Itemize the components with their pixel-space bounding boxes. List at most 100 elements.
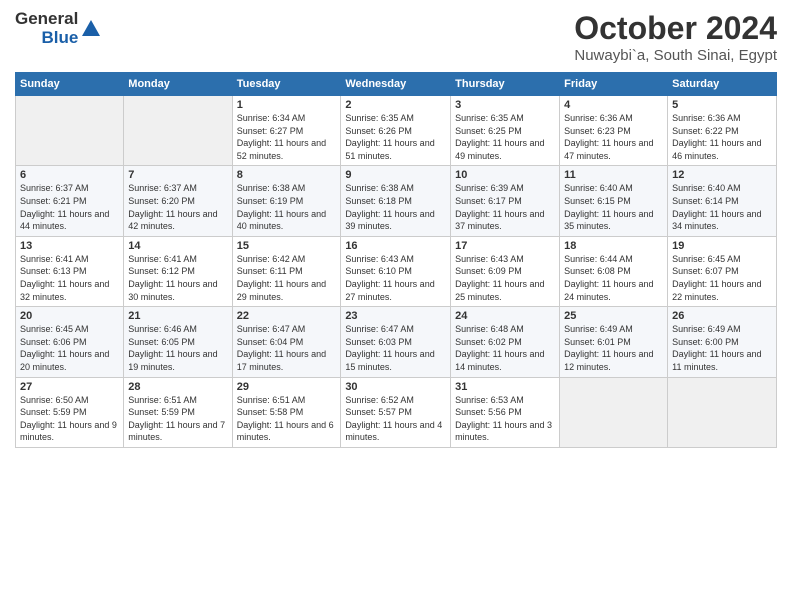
sunrise-text: Sunrise: 6:51 AM xyxy=(237,395,306,405)
sunrise-text: Sunrise: 6:44 AM xyxy=(564,254,633,264)
day-number: 19 xyxy=(672,240,772,252)
calendar-cell: 9 Sunrise: 6:38 AM Sunset: 6:18 PM Dayli… xyxy=(341,166,451,236)
location-title: Nuwaybi`a, South Sinai, Egypt xyxy=(574,47,777,64)
calendar-cell: 8 Sunrise: 6:38 AM Sunset: 6:19 PM Dayli… xyxy=(232,166,341,236)
sunrise-text: Sunrise: 6:38 AM xyxy=(237,183,306,193)
sunset-text: Sunset: 6:03 PM xyxy=(345,337,412,347)
daylight-text: Daylight: 11 hours and 32 minutes. xyxy=(20,279,109,302)
calendar-cell: 11 Sunrise: 6:40 AM Sunset: 6:15 PM Dayl… xyxy=(560,166,668,236)
sunrise-text: Sunrise: 6:47 AM xyxy=(237,324,306,334)
sunset-text: Sunset: 5:56 PM xyxy=(455,407,522,417)
day-number: 4 xyxy=(564,99,663,111)
daylight-text: Daylight: 11 hours and 11 minutes. xyxy=(672,349,761,372)
sunrise-text: Sunrise: 6:37 AM xyxy=(20,183,89,193)
calendar-cell: 10 Sunrise: 6:39 AM Sunset: 6:17 PM Dayl… xyxy=(451,166,560,236)
sunrise-text: Sunrise: 6:46 AM xyxy=(128,324,197,334)
calendar-cell: 20 Sunrise: 6:45 AM Sunset: 6:06 PM Dayl… xyxy=(16,307,124,377)
sunset-text: Sunset: 6:18 PM xyxy=(345,196,412,206)
day-number: 18 xyxy=(564,240,663,252)
calendar-week-row-1: 6 Sunrise: 6:37 AM Sunset: 6:21 PM Dayli… xyxy=(16,166,777,236)
sunrise-text: Sunrise: 6:35 AM xyxy=(345,113,414,123)
daylight-text: Daylight: 11 hours and 17 minutes. xyxy=(237,349,326,372)
calendar-cell: 24 Sunrise: 6:48 AM Sunset: 6:02 PM Dayl… xyxy=(451,307,560,377)
sunrise-text: Sunrise: 6:40 AM xyxy=(672,183,741,193)
title-block: October 2024 Nuwaybi`a, South Sinai, Egy… xyxy=(574,10,777,64)
sunrise-text: Sunrise: 6:34 AM xyxy=(237,113,306,123)
day-number: 17 xyxy=(455,240,555,252)
day-number: 23 xyxy=(345,310,446,322)
sunrise-text: Sunrise: 6:50 AM xyxy=(20,395,89,405)
sunrise-text: Sunrise: 6:49 AM xyxy=(672,324,741,334)
day-number: 1 xyxy=(237,99,337,111)
daylight-text: Daylight: 11 hours and 37 minutes. xyxy=(455,209,544,232)
sunset-text: Sunset: 6:11 PM xyxy=(237,266,303,276)
calendar-cell: 19 Sunrise: 6:45 AM Sunset: 6:07 PM Dayl… xyxy=(668,236,777,306)
sunrise-text: Sunrise: 6:42 AM xyxy=(237,254,306,264)
sunset-text: Sunset: 6:22 PM xyxy=(672,126,739,136)
daylight-text: Daylight: 11 hours and 9 minutes. xyxy=(20,420,117,443)
calendar-cell: 15 Sunrise: 6:42 AM Sunset: 6:11 PM Dayl… xyxy=(232,236,341,306)
day-number: 10 xyxy=(455,169,555,181)
daylight-text: Daylight: 11 hours and 44 minutes. xyxy=(20,209,109,232)
calendar-cell xyxy=(124,96,232,166)
sunset-text: Sunset: 6:04 PM xyxy=(237,337,304,347)
day-number: 11 xyxy=(564,169,663,181)
calendar-cell xyxy=(560,377,668,447)
sunset-text: Sunset: 6:25 PM xyxy=(455,126,522,136)
daylight-text: Daylight: 11 hours and 22 minutes. xyxy=(672,279,761,302)
sunset-text: Sunset: 6:23 PM xyxy=(564,126,631,136)
day-number: 29 xyxy=(237,381,337,393)
daylight-text: Daylight: 11 hours and 46 minutes. xyxy=(672,138,761,161)
daylight-text: Daylight: 11 hours and 27 minutes. xyxy=(345,279,434,302)
daylight-text: Daylight: 11 hours and 14 minutes. xyxy=(455,349,544,372)
sunset-text: Sunset: 6:13 PM xyxy=(20,266,87,276)
col-monday: Monday xyxy=(124,73,232,96)
day-number: 26 xyxy=(672,310,772,322)
sunset-text: Sunset: 6:08 PM xyxy=(564,266,631,276)
daylight-text: Daylight: 11 hours and 24 minutes. xyxy=(564,279,653,302)
sunset-text: Sunset: 5:59 PM xyxy=(20,407,87,417)
sunset-text: Sunset: 6:07 PM xyxy=(672,266,739,276)
daylight-text: Daylight: 11 hours and 42 minutes. xyxy=(128,209,217,232)
sunset-text: Sunset: 5:59 PM xyxy=(128,407,195,417)
calendar-week-row-4: 27 Sunrise: 6:50 AM Sunset: 5:59 PM Dayl… xyxy=(16,377,777,447)
daylight-text: Daylight: 11 hours and 29 minutes. xyxy=(237,279,326,302)
daylight-text: Daylight: 11 hours and 51 minutes. xyxy=(345,138,434,161)
day-number: 16 xyxy=(345,240,446,252)
daylight-text: Daylight: 11 hours and 12 minutes. xyxy=(564,349,653,372)
sunset-text: Sunset: 6:20 PM xyxy=(128,196,195,206)
sunset-text: Sunset: 5:57 PM xyxy=(345,407,412,417)
day-number: 13 xyxy=(20,240,119,252)
sunset-text: Sunset: 6:02 PM xyxy=(455,337,522,347)
day-number: 9 xyxy=(345,169,446,181)
sunrise-text: Sunrise: 6:35 AM xyxy=(455,113,524,123)
sunset-text: Sunset: 6:15 PM xyxy=(564,196,631,206)
col-thursday: Thursday xyxy=(451,73,560,96)
daylight-text: Daylight: 11 hours and 15 minutes. xyxy=(345,349,434,372)
sunset-text: Sunset: 6:12 PM xyxy=(128,266,195,276)
sunrise-text: Sunrise: 6:36 AM xyxy=(672,113,741,123)
day-number: 7 xyxy=(128,169,227,181)
sunset-text: Sunset: 6:14 PM xyxy=(672,196,739,206)
daylight-text: Daylight: 11 hours and 19 minutes. xyxy=(128,349,217,372)
calendar-cell: 29 Sunrise: 6:51 AM Sunset: 5:58 PM Dayl… xyxy=(232,377,341,447)
daylight-text: Daylight: 11 hours and 47 minutes. xyxy=(564,138,653,161)
calendar-cell: 31 Sunrise: 6:53 AM Sunset: 5:56 PM Dayl… xyxy=(451,377,560,447)
calendar-cell: 17 Sunrise: 6:43 AM Sunset: 6:09 PM Dayl… xyxy=(451,236,560,306)
sunset-text: Sunset: 5:58 PM xyxy=(237,407,304,417)
sunset-text: Sunset: 6:27 PM xyxy=(237,126,304,136)
day-number: 21 xyxy=(128,310,227,322)
sunrise-text: Sunrise: 6:38 AM xyxy=(345,183,414,193)
sunrise-text: Sunrise: 6:43 AM xyxy=(455,254,524,264)
daylight-text: Daylight: 11 hours and 34 minutes. xyxy=(672,209,761,232)
sunrise-text: Sunrise: 6:41 AM xyxy=(20,254,89,264)
calendar-cell: 7 Sunrise: 6:37 AM Sunset: 6:20 PM Dayli… xyxy=(124,166,232,236)
sunrise-text: Sunrise: 6:41 AM xyxy=(128,254,197,264)
day-number: 27 xyxy=(20,381,119,393)
day-number: 2 xyxy=(345,99,446,111)
sunset-text: Sunset: 6:00 PM xyxy=(672,337,739,347)
day-number: 22 xyxy=(237,310,337,322)
daylight-text: Daylight: 11 hours and 39 minutes. xyxy=(345,209,434,232)
day-number: 20 xyxy=(20,310,119,322)
day-number: 14 xyxy=(128,240,227,252)
